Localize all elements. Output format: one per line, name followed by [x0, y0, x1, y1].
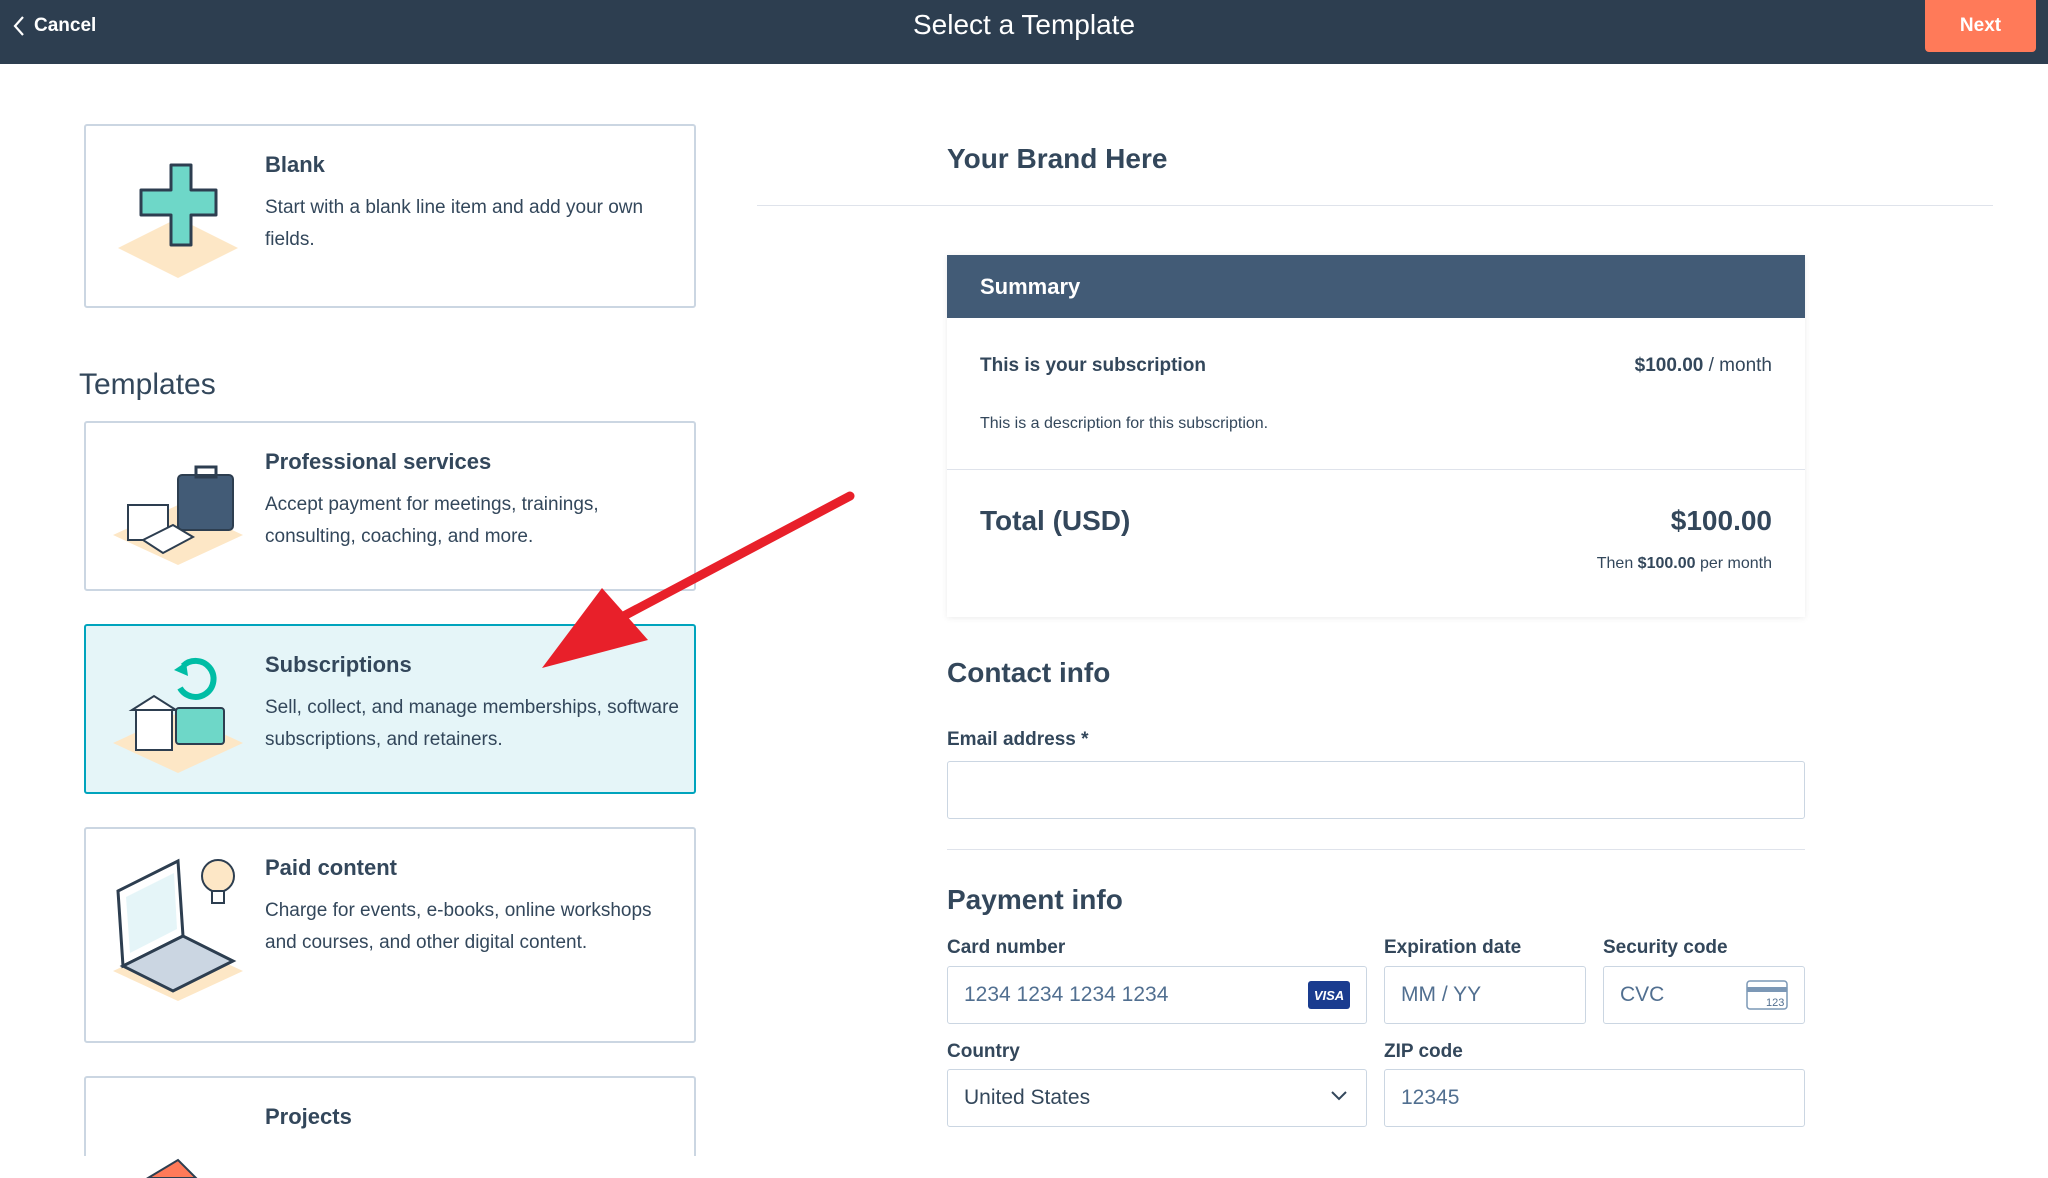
template-card-blank[interactable]: Blank Start with a blank line item and a… — [84, 124, 696, 308]
template-card-paid-content[interactable]: Paid content Charge for events, e-books,… — [84, 827, 696, 1043]
zip-placeholder: 12345 — [1401, 1086, 1460, 1109]
brand-title: Your Brand Here — [947, 143, 1168, 174]
summary-panel: Summary This is your subscription $100.0… — [947, 255, 1805, 617]
payment-info-heading: Payment info — [947, 884, 1123, 915]
briefcase-icon — [113, 465, 243, 565]
total-value: $100.00 — [1670, 505, 1772, 536]
section-divider — [947, 849, 1805, 850]
expiration-label: Expiration date — [1384, 937, 1522, 958]
cvc-icon-text: 123 — [1766, 997, 1784, 1009]
total-label: Total (USD) — [980, 505, 1131, 536]
card-number-placeholder: 1234 1234 1234 1234 — [964, 983, 1169, 1006]
expiration-field[interactable]: MM / YY — [1384, 966, 1586, 1024]
recurring-note: Then $100.00 per month — [1597, 555, 1772, 573]
subscription-title: This is your subscription — [980, 355, 1206, 376]
card-title: Subscriptions — [265, 652, 412, 677]
email-label: Email address * — [947, 729, 1089, 750]
then-amount: $100.00 — [1637, 555, 1696, 572]
email-field[interactable] — [947, 761, 1805, 819]
chevron-down-icon — [1331, 1091, 1347, 1101]
zip-label: ZIP code — [1384, 1041, 1463, 1062]
page-title: Select a Template — [912, 9, 1136, 40]
card-description: Start with a blank line item and add you… — [265, 197, 644, 250]
expiration-placeholder: MM / YY — [1401, 983, 1482, 1006]
card-number-label: Card number — [947, 937, 1066, 958]
brand-divider — [757, 205, 1993, 206]
card-description: Charge for events, e-books, online works… — [265, 900, 652, 953]
country-select[interactable]: United States — [947, 1069, 1367, 1127]
card-cvc-icon: 123 — [1746, 980, 1788, 1010]
blank-plus-icon — [118, 163, 238, 278]
subscription-amount: $100.00 — [1634, 355, 1704, 376]
template-card-projects[interactable]: Projects — [84, 1076, 696, 1178]
card-title: Projects — [265, 1104, 352, 1129]
zip-field[interactable]: 12345 — [1384, 1069, 1805, 1127]
contact-info-heading: Contact info — [947, 657, 1111, 688]
subscription-description: This is a description for this subscript… — [980, 415, 1269, 432]
security-code-placeholder: CVC — [1620, 983, 1665, 1006]
projects-icon — [146, 1158, 198, 1178]
subscription-price: $100.00 / month — [1635, 355, 1772, 377]
subscription-period: / month — [1703, 355, 1772, 376]
card-title: Professional services — [265, 449, 492, 474]
subscription-cycle-icon — [113, 657, 243, 773]
annotation-arrow — [542, 491, 855, 668]
templates-heading: Templates — [79, 368, 216, 401]
country-label: Country — [947, 1041, 1020, 1062]
summary-divider — [947, 469, 1805, 470]
security-code-label: Security code — [1603, 937, 1728, 958]
then-prefix: Then — [1596, 555, 1638, 572]
then-suffix: per month — [1695, 555, 1772, 572]
security-code-field[interactable]: CVC 123 — [1603, 966, 1805, 1024]
summary-header: Summary — [947, 255, 1805, 318]
country-value: United States — [964, 1086, 1091, 1109]
next-button[interactable]: Next — [1925, 0, 2036, 52]
visa-icon: VISA — [1308, 981, 1350, 1009]
card-description: Sell, collect, and manage memberships, s… — [265, 697, 679, 750]
card-title: Blank — [265, 152, 325, 177]
top-bar: Cancel Select a Template Next — [0, 0, 2048, 64]
card-number-field[interactable]: 1234 1234 1234 1234 VISA — [947, 966, 1367, 1024]
card-title: Paid content — [265, 855, 398, 880]
laptop-lightbulb-icon — [113, 858, 243, 1001]
